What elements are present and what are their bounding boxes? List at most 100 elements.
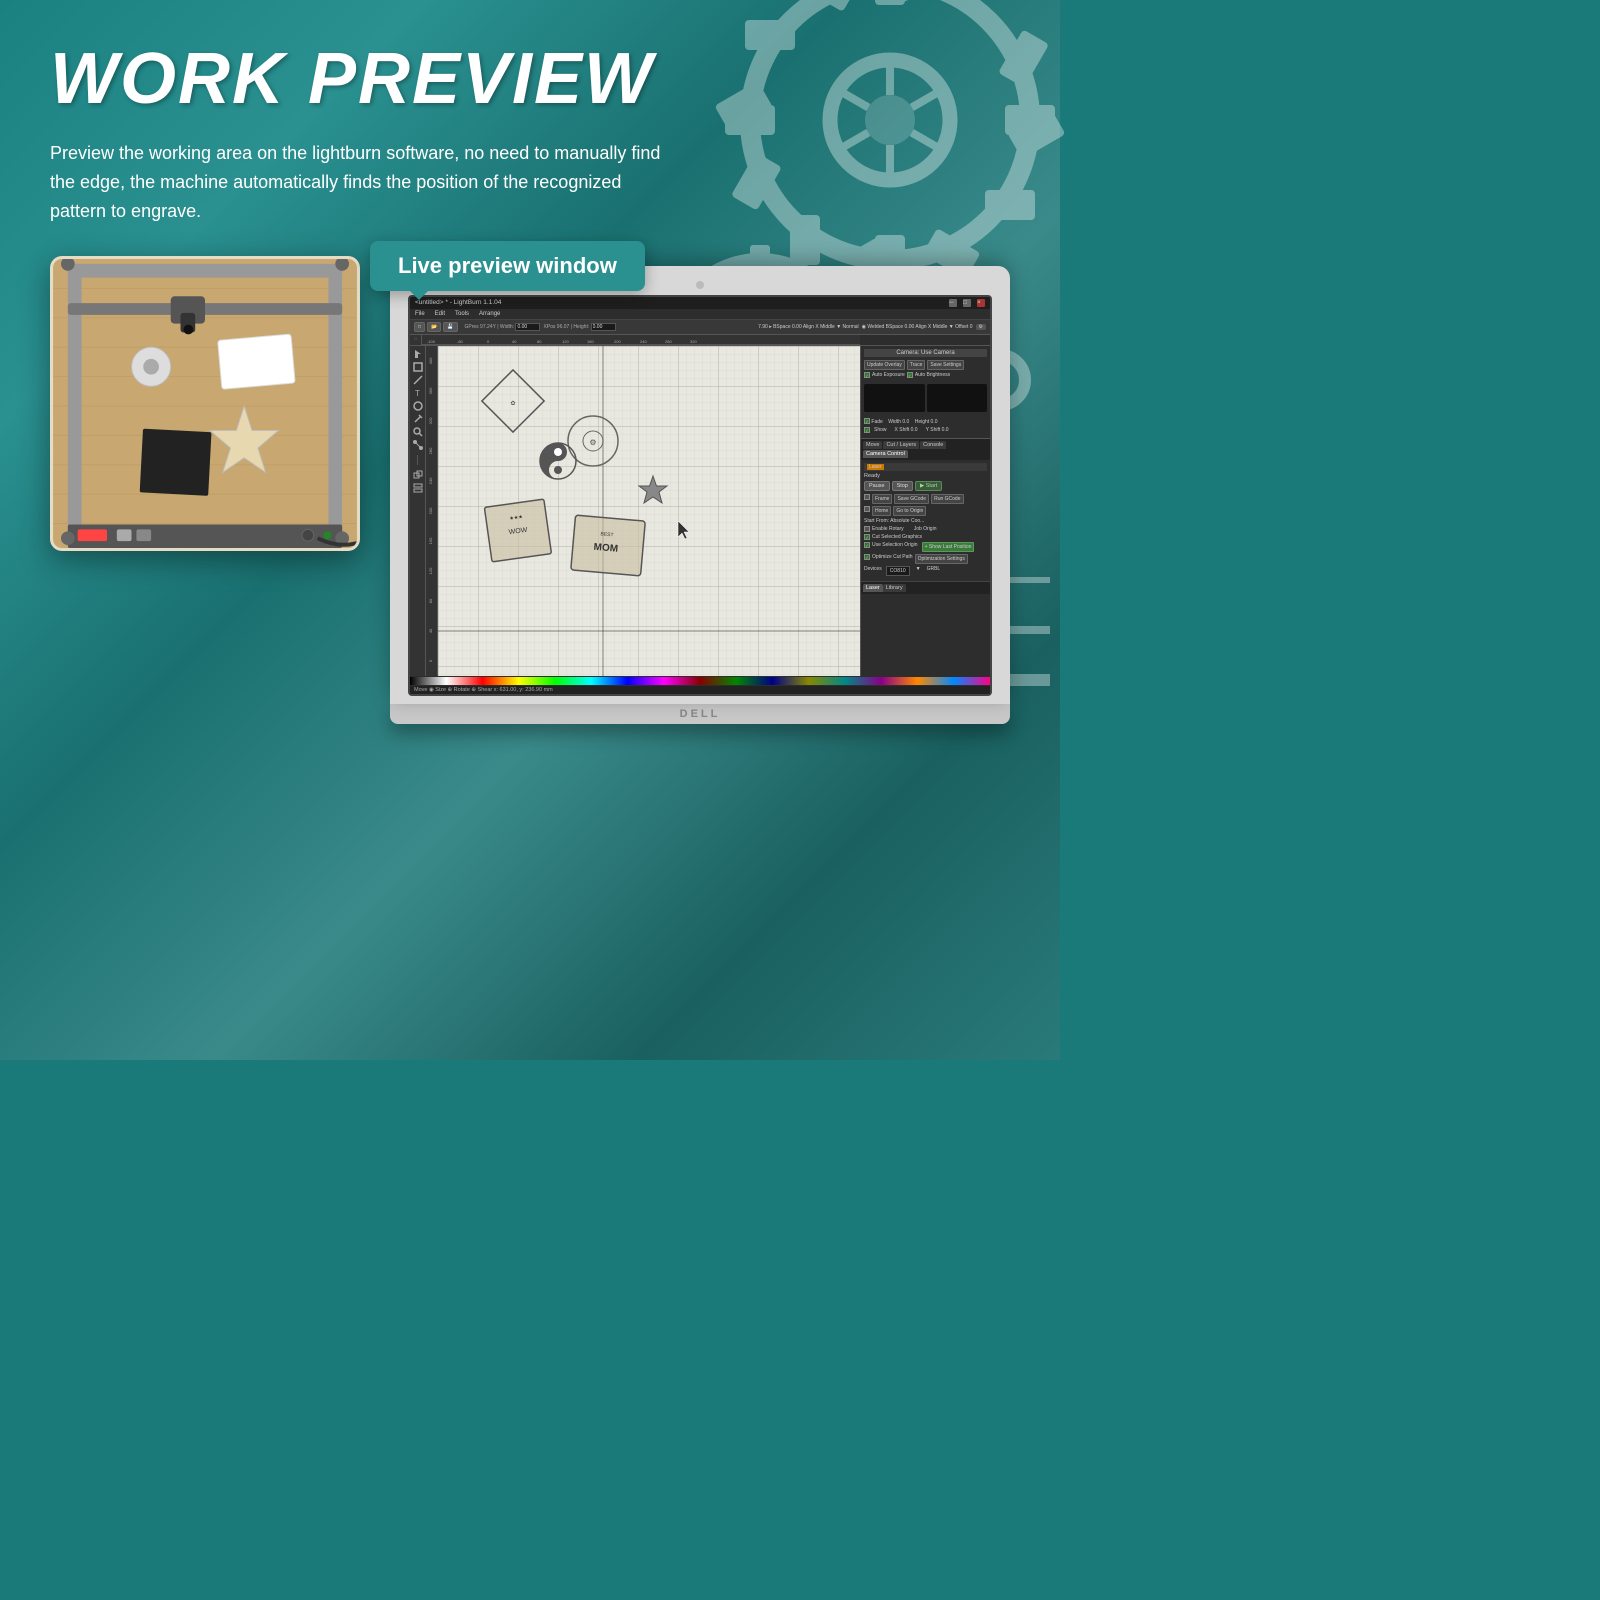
lb-bottom-tabs: Laser Library (861, 581, 990, 594)
lb-toolbar: □ 📂 💾 GPres 97.24Y | Width: XPos 96.07 |… (410, 320, 990, 335)
lb-pause-btn[interactable]: Pause (864, 481, 890, 491)
lb-rulers-area: □ -100 -80 0 40 80 120 1 (410, 335, 990, 346)
lb-save-gcode-btn[interactable]: Save GCode (894, 494, 929, 504)
svg-text:280: 280 (428, 446, 433, 453)
lb-toolbar-extra: 7.90 ▸ BSpace 0.00 Align X Middle ▼ Norm… (758, 324, 859, 330)
lb-tool-group[interactable] (413, 470, 423, 480)
lb-laser-row8: Devices CO810 ▼ GRBL (864, 566, 987, 576)
laptop-brand-label: DELL (680, 708, 721, 720)
lb-tab-camera[interactable]: Camera Control (863, 450, 908, 458)
lb-tabs: Move Cut / Layers Console Camera Control (861, 439, 990, 460)
lb-ruler-right-space (860, 335, 990, 345)
lb-camera-panel: Camera: Use Camera Update Overlay Trace … (861, 346, 990, 439)
lb-show-last-pos-btn[interactable]: + Show Last Position (922, 542, 975, 552)
lb-tab-move[interactable]: Move (863, 441, 882, 449)
lb-menu-arrange[interactable]: Arrange (479, 311, 500, 317)
lb-bottom-tab-laser[interactable]: Laser (863, 584, 883, 592)
lb-minimize-btn[interactable]: ─ (949, 299, 957, 307)
lb-coords: GPres 97.24Y | Width: (465, 323, 541, 331)
lb-job-origin-label: Job Origin (914, 526, 937, 532)
svg-text:120: 120 (428, 566, 433, 573)
lb-fade-row: ✓ Fade Width 0.0 Height 0.0 (864, 418, 938, 425)
lb-height-label: Height 0.0 (915, 419, 938, 425)
lb-laser-row4: Enable Rotary Job Origin (864, 526, 987, 532)
svg-text:120: 120 (562, 339, 569, 344)
lb-tab-cut[interactable]: Cut / Layers (883, 441, 919, 449)
lb-tool-text[interactable]: T (413, 388, 423, 398)
lb-tool-select[interactable] (413, 362, 423, 372)
lb-window-controls: ─ □ × (949, 299, 985, 307)
page-title: WORK PREVIEW (50, 40, 1010, 119)
lb-goto-origin-btn[interactable]: Go to Origin (893, 506, 926, 516)
lb-home-cb[interactable] (864, 506, 870, 512)
svg-text:80: 80 (537, 339, 542, 344)
svg-text:360: 360 (428, 386, 433, 393)
lb-tool-zoom[interactable] (413, 427, 423, 437)
lb-menu-file[interactable]: File (415, 311, 425, 317)
lb-tool-draw[interactable] (413, 375, 423, 385)
lb-laser-title: Laser (864, 463, 987, 471)
lb-camera-screen-right (927, 384, 988, 412)
lb-bottom-tab-library[interactable]: Library (883, 584, 906, 592)
svg-text:40: 40 (512, 339, 517, 344)
lb-tab-console[interactable]: Console (920, 441, 946, 449)
lb-open-btn[interactable]: 📂 (427, 322, 441, 332)
main-content: Live preview window <untitled> * - Light… (50, 256, 1010, 724)
lb-fade-cb[interactable]: ✓ (864, 418, 870, 424)
lb-laser-row6: ✓ Use Selection Origin + Show Last Posit… (864, 542, 987, 552)
lb-tool-circle[interactable] (413, 401, 423, 411)
svg-text:-80: -80 (457, 339, 464, 344)
lb-use-selection-cb[interactable]: ✓ (864, 542, 870, 548)
lb-ruler-corner: □ (410, 335, 422, 345)
lb-pss-buttons: Pause Stop ▶ Start (864, 481, 987, 491)
laptop-section: Live preview window <untitled> * - Light… (390, 256, 1010, 724)
lb-close-btn[interactable]: × (977, 299, 985, 307)
lb-status-ready: Ready (864, 473, 987, 479)
svg-text:-100: -100 (427, 339, 436, 344)
lb-start-btn[interactable]: ▶ Start (915, 481, 942, 491)
lb-menu-edit[interactable]: Edit (435, 311, 445, 317)
svg-text:T: T (415, 389, 420, 398)
lb-laser-row7: ✓ Optimize Cut Path Optimization Setting… (864, 554, 987, 564)
lb-camera-screen-left (864, 384, 925, 412)
lb-camera-title: Camera: Use Camera (864, 349, 987, 357)
lb-auto-exposure-cb[interactable]: ✓ (864, 372, 870, 378)
svg-text:0: 0 (428, 659, 433, 662)
lb-auto-brightness-cb[interactable]: ✓ (907, 372, 913, 378)
svg-text:40: 40 (428, 628, 433, 633)
lb-settings-icon[interactable]: ⚙ (976, 324, 986, 330)
lb-cut-selected-cb[interactable]: ✓ (864, 534, 870, 540)
lb-opt-settings-btn[interactable]: Optimization Settings (915, 554, 968, 564)
lb-laser-panel: Laser Ready Pause Stop ▶ Start (861, 460, 990, 581)
svg-text:200: 200 (428, 506, 433, 513)
lb-save-btn[interactable]: 💾 (443, 322, 457, 332)
lb-rotary-cb[interactable] (864, 526, 870, 532)
description-text: Preview the working area on the lightbur… (50, 139, 670, 225)
lb-update-overlay-btn[interactable]: Update Overlay (864, 360, 905, 370)
svg-text:320: 320 (690, 339, 697, 344)
lb-menu-tools[interactable]: Tools (455, 311, 469, 317)
lb-optimize-cb[interactable]: ✓ (864, 554, 870, 560)
lb-save-settings-btn[interactable]: Save Settings (927, 360, 964, 370)
lb-device-value[interactable]: CO810 (886, 566, 910, 576)
lb-home-btn[interactable]: Home (872, 506, 891, 516)
lb-tool-pen[interactable] (413, 414, 423, 424)
lb-tool-pointer[interactable] (413, 349, 423, 359)
lb-run-gcode-btn[interactable]: Run GCode (931, 494, 963, 504)
svg-text:320: 320 (428, 416, 433, 423)
lb-grbl-value: GRBL (927, 566, 941, 576)
lb-tool-layers[interactable] (413, 483, 423, 493)
lb-new-btn[interactable]: □ (414, 322, 425, 332)
laptop-base: DELL (390, 704, 1010, 724)
lb-frame-btn[interactable]: Frame (872, 494, 892, 504)
laser-machine-photo (50, 256, 360, 551)
lb-stop-btn[interactable]: Stop (892, 481, 913, 491)
lb-tool-nodes[interactable] (413, 440, 423, 450)
lb-maximize-btn[interactable]: □ (963, 299, 971, 307)
lb-frame-cb[interactable] (864, 494, 870, 500)
lb-trace-btn[interactable]: Trace (907, 360, 926, 370)
lb-camera-btn-row1: Update Overlay Trace Save Settings (864, 360, 987, 370)
lb-show-cb[interactable]: ✓ (864, 427, 870, 433)
svg-text:240: 240 (640, 339, 647, 344)
lb-use-selection-label: Use Selection Origin (872, 542, 918, 552)
